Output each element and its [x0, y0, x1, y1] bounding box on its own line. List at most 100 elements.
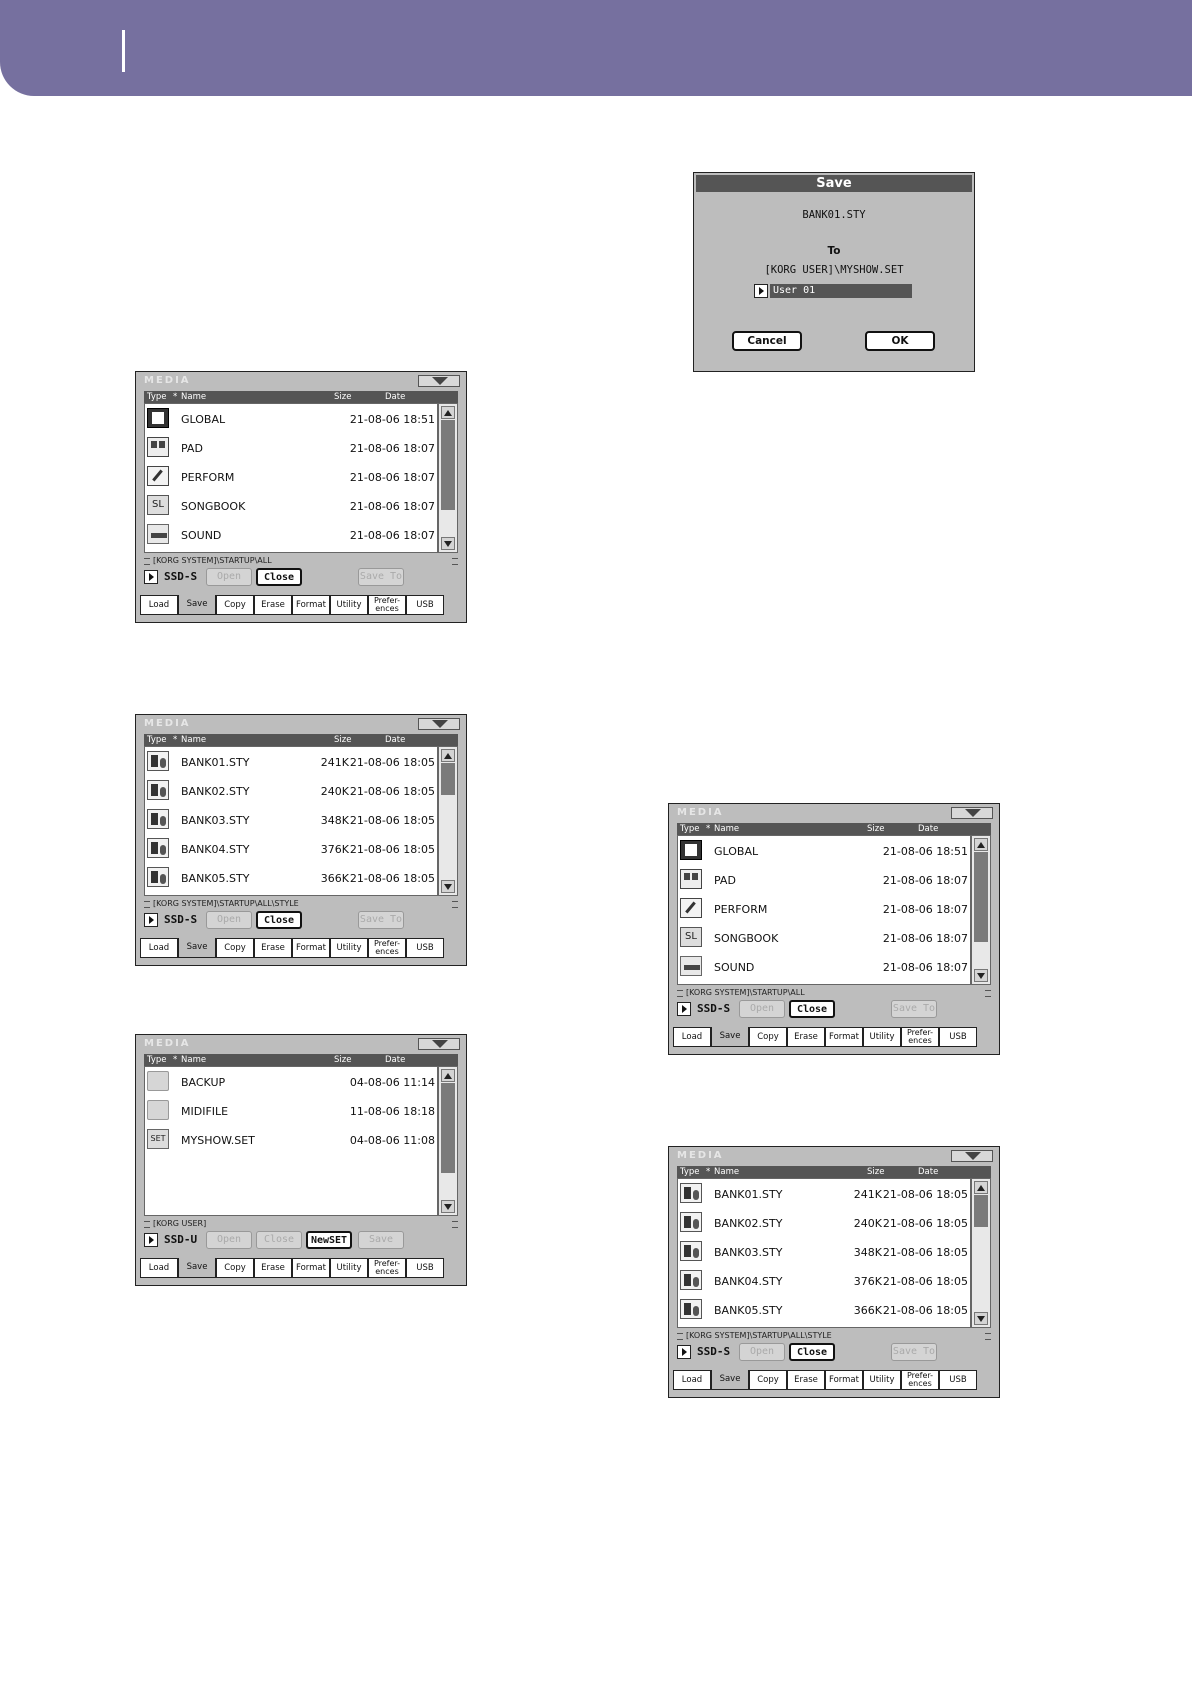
- save-to-button[interactable]: Save To: [891, 1000, 937, 1018]
- column-header-star[interactable]: *: [173, 1054, 177, 1066]
- open-button[interactable]: Open: [206, 568, 252, 586]
- scroll-thumb[interactable]: [441, 1083, 455, 1173]
- dropdown-menu-button[interactable]: [418, 718, 460, 730]
- file-row[interactable]: BANK05.STY 366K 21-08-06 18:05: [678, 1296, 970, 1325]
- tab-preferences[interactable]: Prefer-ences: [368, 595, 406, 615]
- scroll-thumb[interactable]: [441, 420, 455, 510]
- tab-save[interactable]: Save: [711, 1370, 749, 1390]
- file-row[interactable]: BANK04.STY 376K 21-08-06 18:05: [678, 1267, 970, 1296]
- tab-preferences[interactable]: Prefer-ences: [368, 938, 406, 958]
- scrollbar[interactable]: [971, 835, 991, 985]
- tab-usb[interactable]: USB: [939, 1027, 977, 1047]
- file-row[interactable]: BANK02.STY 240K 21-08-06 18:05: [145, 777, 437, 806]
- tab-load[interactable]: Load: [140, 938, 178, 958]
- close-button[interactable]: Close: [256, 568, 302, 586]
- column-header-size[interactable]: Size: [867, 823, 884, 835]
- scroll-down-button[interactable]: [441, 880, 455, 893]
- tab-format[interactable]: Format: [292, 595, 330, 615]
- save-to-button[interactable]: Save To: [358, 911, 404, 929]
- tab-copy[interactable]: Copy: [216, 595, 254, 615]
- file-row[interactable]: PAD 21-08-06 18:07: [145, 434, 437, 463]
- file-row[interactable]: MIDIFILE 11-08-06 18:18: [145, 1097, 437, 1126]
- tab-usb[interactable]: USB: [406, 595, 444, 615]
- device-selector-arrow-icon[interactable]: [144, 1233, 158, 1247]
- device-label[interactable]: SSD-S: [164, 913, 197, 926]
- column-header-name[interactable]: Name: [181, 734, 206, 746]
- file-row[interactable]: SL SONGBOOK 21-08-06 18:07: [678, 924, 970, 953]
- column-header-name[interactable]: Name: [181, 391, 206, 403]
- tab-copy[interactable]: Copy: [216, 1258, 254, 1278]
- tab-load[interactable]: Load: [140, 595, 178, 615]
- tab-usb[interactable]: USB: [406, 1258, 444, 1278]
- tab-preferences[interactable]: Prefer-ences: [901, 1370, 939, 1390]
- scroll-down-button[interactable]: [441, 537, 455, 550]
- tab-utility[interactable]: Utility: [330, 595, 368, 615]
- file-row[interactable]: SL SONGBOOK 21-08-06 18:07: [145, 492, 437, 521]
- open-button[interactable]: Open: [206, 1231, 252, 1249]
- device-label[interactable]: SSD-S: [697, 1345, 730, 1358]
- scroll-up-button[interactable]: [974, 1181, 988, 1194]
- cancel-button[interactable]: Cancel: [732, 331, 802, 351]
- dropdown-menu-button[interactable]: [951, 1150, 993, 1162]
- tab-erase[interactable]: Erase: [254, 938, 292, 958]
- tab-utility[interactable]: Utility: [330, 938, 368, 958]
- tab-load[interactable]: Load: [673, 1027, 711, 1047]
- dropdown-menu-button[interactable]: [951, 807, 993, 819]
- column-header-type[interactable]: Type: [147, 391, 167, 403]
- tab-usb[interactable]: USB: [939, 1370, 977, 1390]
- file-row[interactable]: BANK01.STY 241K 21-08-06 18:05: [678, 1180, 970, 1209]
- tab-copy[interactable]: Copy: [749, 1027, 787, 1047]
- file-row[interactable]: BACKUP 04-08-06 11:14: [145, 1068, 437, 1097]
- column-header-star[interactable]: *: [173, 734, 177, 746]
- tab-erase[interactable]: Erase: [254, 595, 292, 615]
- open-button[interactable]: Open: [739, 1343, 785, 1361]
- tab-save[interactable]: Save: [711, 1027, 749, 1047]
- slot-selector-arrow-icon[interactable]: [754, 284, 768, 298]
- tab-utility[interactable]: Utility: [330, 1258, 368, 1278]
- device-label[interactable]: SSD-S: [164, 570, 197, 583]
- column-header-type[interactable]: Type: [680, 823, 700, 835]
- scroll-down-button[interactable]: [441, 1200, 455, 1213]
- column-header-date[interactable]: Date: [385, 1054, 405, 1066]
- save-to-button[interactable]: Save To: [358, 568, 404, 586]
- tab-erase[interactable]: Erase: [787, 1370, 825, 1390]
- column-header-size[interactable]: Size: [334, 734, 351, 746]
- device-selector-arrow-icon[interactable]: [677, 1002, 691, 1016]
- tab-load[interactable]: Load: [140, 1258, 178, 1278]
- scroll-thumb[interactable]: [974, 852, 988, 942]
- new-set-button[interactable]: NewSET: [306, 1231, 352, 1249]
- file-row[interactable]: BANK03.STY 348K 21-08-06 18:05: [145, 806, 437, 835]
- tab-utility[interactable]: Utility: [863, 1370, 901, 1390]
- device-selector-arrow-icon[interactable]: [144, 913, 158, 927]
- scrollbar[interactable]: [438, 1066, 458, 1216]
- tab-usb[interactable]: USB: [406, 938, 444, 958]
- column-header-date[interactable]: Date: [918, 823, 938, 835]
- save-to-button[interactable]: Save To: [891, 1343, 937, 1361]
- column-header-date[interactable]: Date: [918, 1166, 938, 1178]
- file-row[interactable]: SOUND 21-08-06 18:07: [145, 521, 437, 550]
- column-header-size[interactable]: Size: [334, 1054, 351, 1066]
- scroll-down-button[interactable]: [974, 1312, 988, 1325]
- column-header-name[interactable]: Name: [181, 1054, 206, 1066]
- column-header-name[interactable]: Name: [714, 1166, 739, 1178]
- tab-format[interactable]: Format: [292, 938, 330, 958]
- tab-copy[interactable]: Copy: [216, 938, 254, 958]
- dropdown-menu-button[interactable]: [418, 1038, 460, 1050]
- close-button[interactable]: Close: [789, 1343, 835, 1361]
- tab-copy[interactable]: Copy: [749, 1370, 787, 1390]
- tab-format[interactable]: Format: [825, 1370, 863, 1390]
- scroll-up-button[interactable]: [974, 838, 988, 851]
- file-row[interactable]: GLOBAL 21-08-06 18:51: [678, 837, 970, 866]
- column-header-star[interactable]: *: [173, 391, 177, 403]
- close-button[interactable]: Close: [256, 1231, 302, 1249]
- file-row[interactable]: BANK01.STY 241K 21-08-06 18:05: [145, 748, 437, 777]
- save-button[interactable]: Save: [358, 1231, 404, 1249]
- column-header-date[interactable]: Date: [385, 391, 405, 403]
- file-row[interactable]: SET MYSHOW.SET 04-08-06 11:08: [145, 1126, 437, 1155]
- tab-load[interactable]: Load: [673, 1370, 711, 1390]
- device-label[interactable]: SSD-S: [697, 1002, 730, 1015]
- file-row[interactable]: PERFORM 21-08-06 18:07: [678, 895, 970, 924]
- tab-erase[interactable]: Erase: [787, 1027, 825, 1047]
- file-row[interactable]: SOUND 21-08-06 18:07: [678, 953, 970, 982]
- device-label[interactable]: SSD-U: [164, 1233, 197, 1246]
